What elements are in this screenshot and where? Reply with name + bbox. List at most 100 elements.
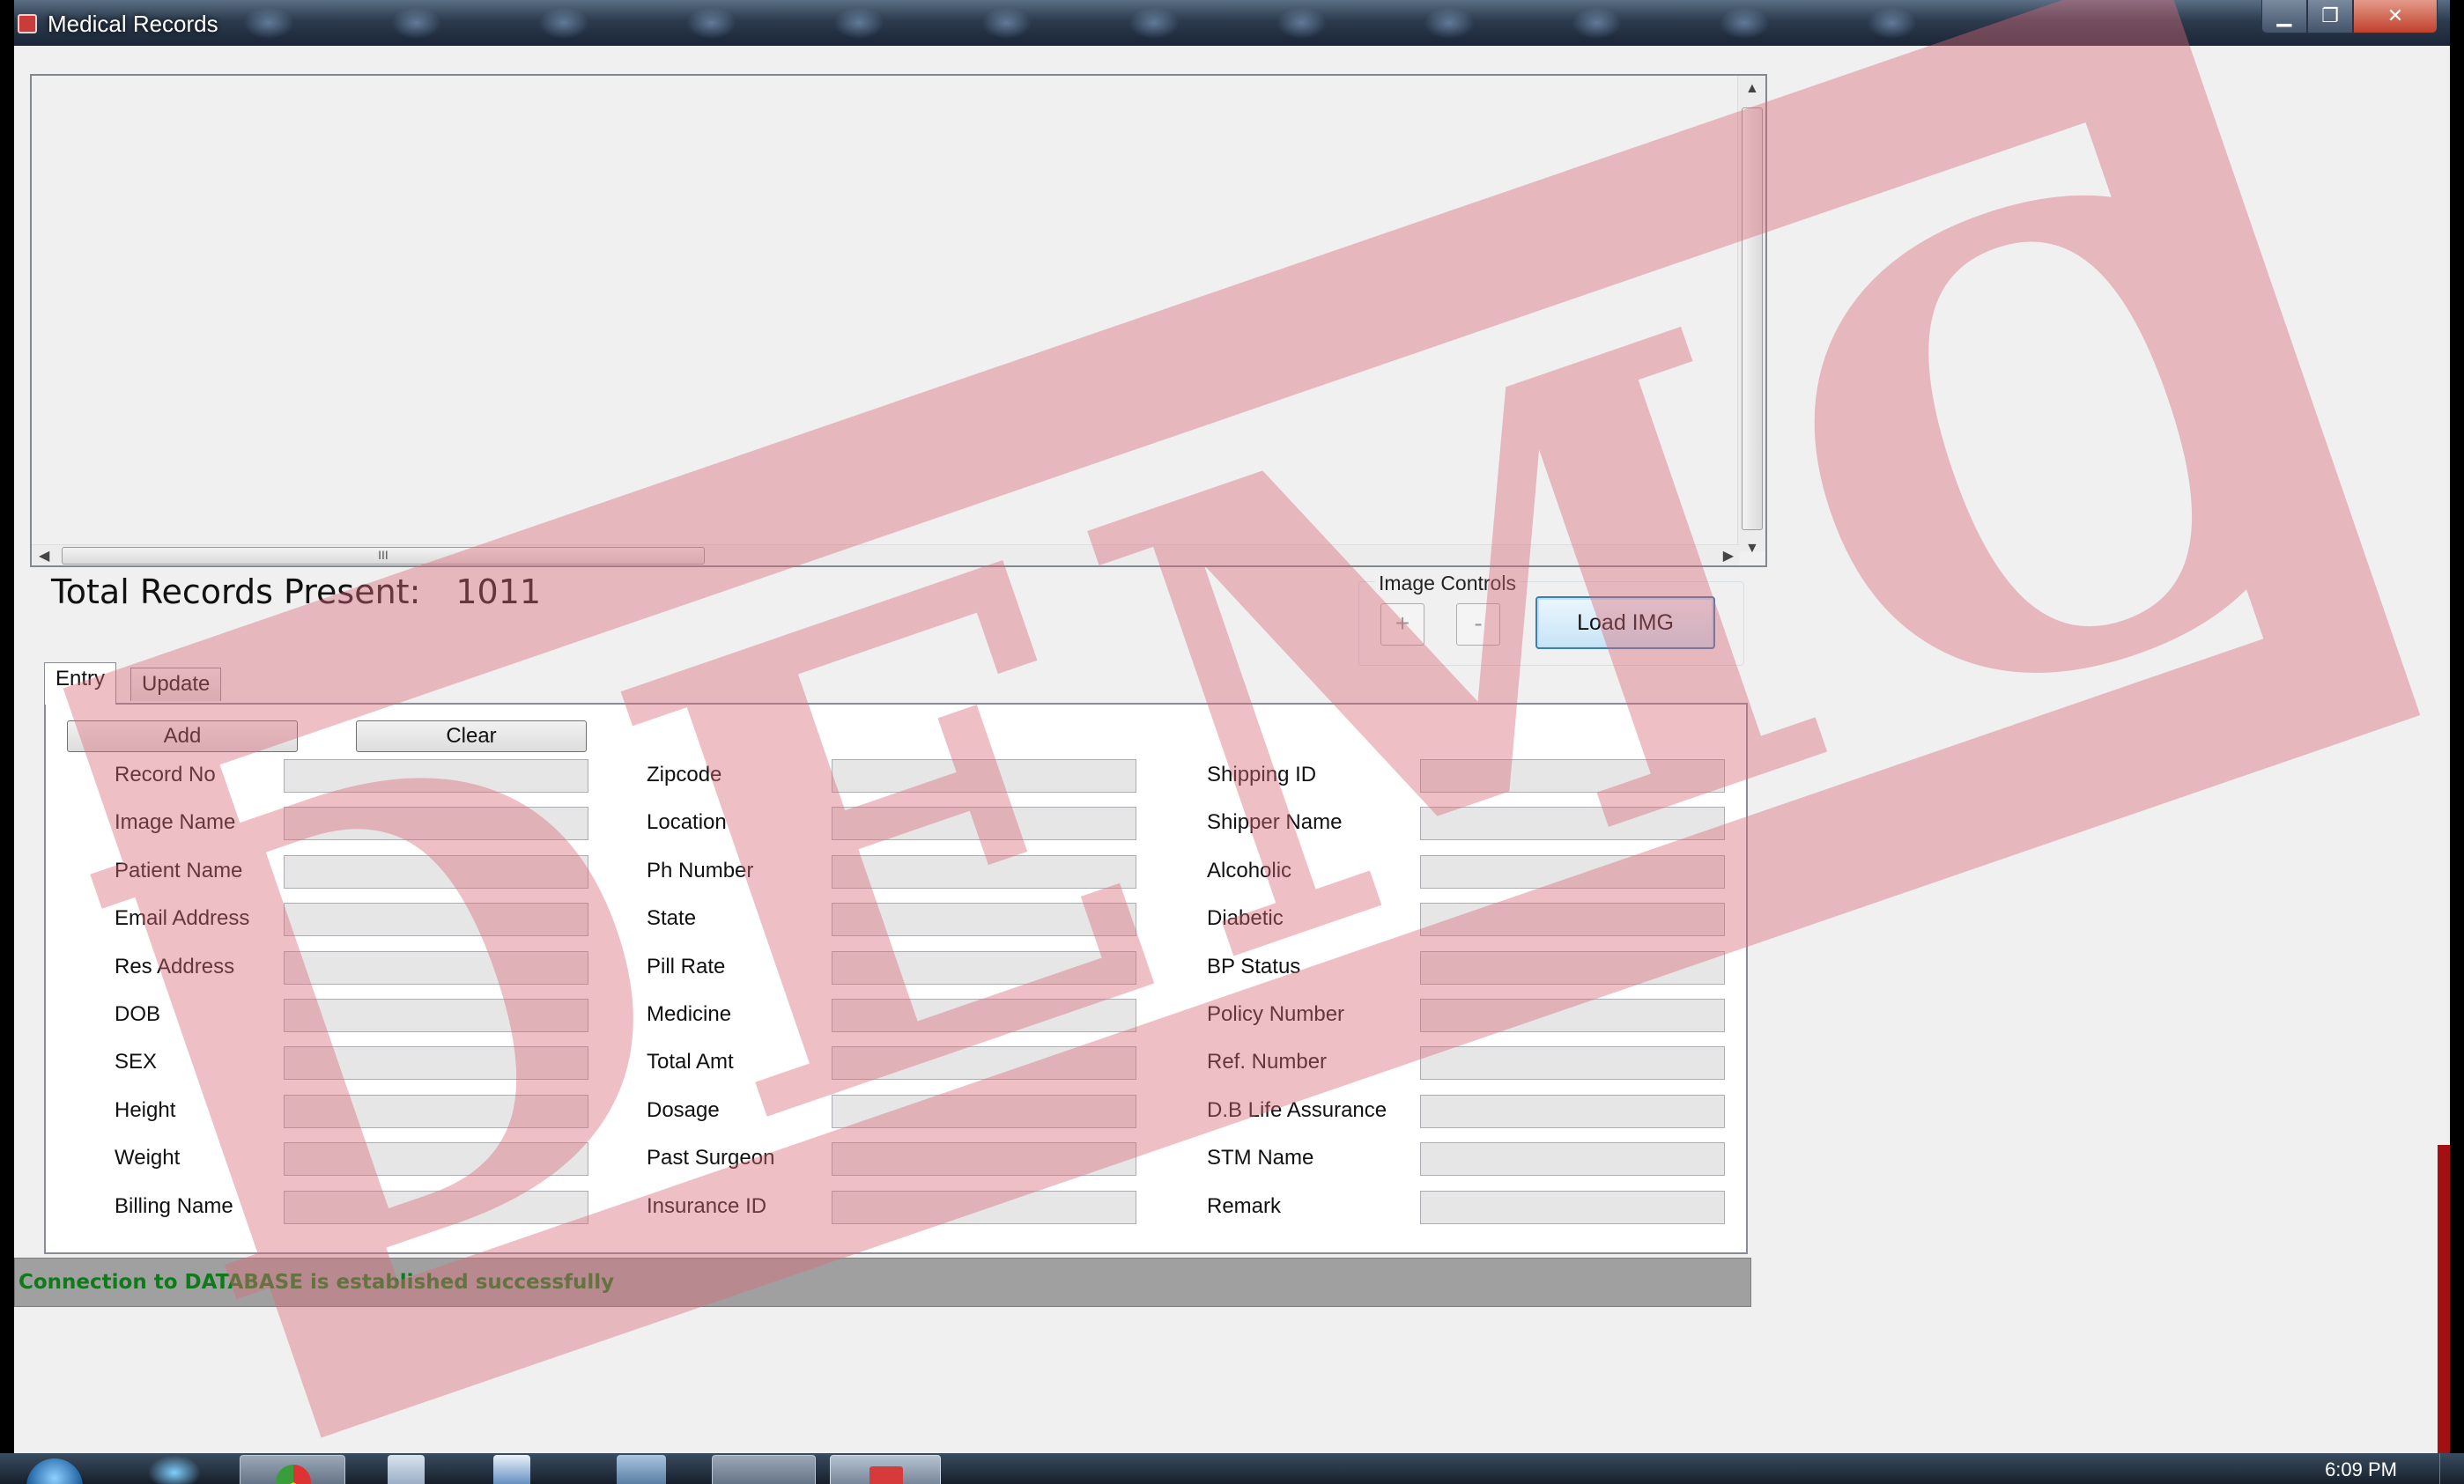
start-button[interactable]	[26, 1458, 83, 1484]
field-input[interactable]	[832, 759, 1136, 793]
window-title: Medical Records	[48, 11, 218, 37]
scroll-left-arrow-icon[interactable]: ◀	[39, 547, 49, 565]
image-controls-group: Image Controls + - Load IMG	[1358, 572, 1744, 666]
field-input[interactable]	[284, 807, 588, 841]
field-label: Res Address	[115, 954, 235, 978]
field-input[interactable]	[284, 1190, 588, 1224]
field-input[interactable]	[1420, 1094, 1725, 1128]
field-input[interactable]	[284, 950, 588, 985]
field-label: Location	[647, 810, 727, 835]
field-label: Diabetic	[1207, 906, 1284, 931]
field-label: Pill Rate	[647, 954, 726, 978]
field-label: Height	[115, 1097, 176, 1122]
field-input[interactable]	[832, 1046, 1136, 1081]
show-desktop-button[interactable]	[2439, 1453, 2464, 1484]
field-label: DOB	[115, 1002, 161, 1026]
tab-entry[interactable]: Entry	[44, 662, 117, 705]
field-label: State	[647, 906, 697, 931]
internet-explorer-icon[interactable]	[148, 1455, 201, 1484]
field-label: Zipcode	[647, 763, 722, 786]
field-label: Medicine	[647, 1002, 732, 1026]
field-label: STM Name	[1207, 1146, 1314, 1170]
field-label: Shipper Name	[1207, 810, 1343, 835]
tab-update[interactable]: Update	[130, 668, 222, 701]
field-input[interactable]	[1420, 807, 1725, 841]
scroll-up-arrow-icon[interactable]: ▲	[1745, 81, 1759, 97]
field-input[interactable]	[1420, 1190, 1725, 1224]
word-document-icon[interactable]	[493, 1455, 530, 1484]
maximize-button[interactable]: ❐	[2307, 0, 2353, 33]
medical-kit-icon	[869, 1466, 903, 1484]
entry-tab-panel: Add Clear Record No Image Name Patient Nam…	[44, 703, 1748, 1254]
field-label: D.B Life Assurance	[1207, 1097, 1387, 1122]
field-input[interactable]	[284, 854, 588, 889]
taskbar-chrome[interactable]	[240, 1455, 345, 1484]
field-label: Total Amt	[647, 1050, 734, 1074]
clear-button[interactable]: Clear	[356, 720, 587, 752]
field-input[interactable]	[1420, 950, 1725, 985]
chrome-icon	[276, 1465, 311, 1484]
image-controls-legend: Image Controls	[1375, 572, 1520, 595]
field-label: Past Surgeon	[647, 1146, 775, 1170]
vertical-scrollbar[interactable]: ▲ ▼	[1737, 76, 1765, 556]
field-label: Ref. Number	[1207, 1050, 1328, 1074]
field-input[interactable]	[832, 854, 1136, 889]
records-label: Total Records Present:	[51, 572, 421, 611]
field-input[interactable]	[284, 759, 588, 793]
field-label: Billing Name	[115, 1193, 233, 1218]
app-window: Medical Records ▁ ❐ ✕ ▲ ▼ ◀ III ▶ Total …	[14, 0, 2450, 1453]
field-label: SEX	[115, 1050, 158, 1074]
field-label: Ph Number	[647, 858, 754, 882]
edge-decoration	[2438, 1145, 2450, 1453]
field-input[interactable]	[1420, 1046, 1725, 1081]
field-input[interactable]	[1420, 1142, 1725, 1177]
status-bar: Connection to DATABASE is established su…	[14, 1258, 1751, 1307]
field-label: Email Address	[115, 906, 250, 931]
vertical-scroll-thumb[interactable]	[1742, 107, 1763, 530]
taskbar-medical-records[interactable]	[830, 1455, 941, 1484]
field-input[interactable]	[284, 999, 588, 1032]
field-label: BP Status	[1207, 954, 1301, 978]
scroll-down-arrow-icon[interactable]: ▼	[1745, 541, 1759, 557]
zoom-in-button[interactable]: +	[1380, 603, 1424, 646]
field-input[interactable]	[284, 1142, 588, 1177]
field-input[interactable]	[832, 950, 1136, 985]
records-summary: Total Records Present: 1011	[51, 572, 541, 611]
scroll-right-arrow-icon[interactable]: ▶	[1723, 547, 1734, 565]
status-message: Connection to DATABASE is established su…	[18, 1271, 615, 1294]
field-label: Shipping ID	[1207, 763, 1317, 786]
zoom-out-button[interactable]: -	[1456, 603, 1500, 646]
app-icon	[18, 14, 37, 33]
field-input[interactable]	[1420, 854, 1725, 889]
field-label: Patient Name	[115, 858, 243, 882]
field-input[interactable]	[1420, 759, 1725, 793]
field-input[interactable]	[284, 903, 588, 937]
minimize-button[interactable]: ▁	[2261, 0, 2307, 33]
taskbar-explorer[interactable]	[712, 1455, 816, 1484]
field-label: Insurance ID	[647, 1193, 767, 1218]
field-input[interactable]	[832, 1190, 1136, 1224]
folder-icon[interactable]	[617, 1455, 666, 1484]
window-controls: ▁ ❐ ✕	[2261, 0, 2438, 33]
records-count: 1011	[455, 572, 542, 611]
field-label: Image Name	[115, 810, 236, 835]
close-button[interactable]: ✕	[2353, 0, 2438, 33]
field-label: Dosage	[647, 1097, 720, 1122]
field-label: Remark	[1207, 1193, 1282, 1218]
field-input[interactable]	[284, 1094, 588, 1128]
document-icon[interactable]	[388, 1455, 425, 1484]
field-input[interactable]	[832, 1094, 1136, 1128]
load-image-button[interactable]: Load IMG	[1535, 596, 1715, 649]
field-input[interactable]	[832, 903, 1136, 937]
horizontal-scroll-thumb[interactable]: III	[62, 547, 705, 565]
field-input[interactable]	[284, 1046, 588, 1081]
image-viewer[interactable]: ▲ ▼ ◀ III ▶	[30, 74, 1767, 567]
field-input[interactable]	[1420, 903, 1725, 937]
horizontal-scrollbar[interactable]: ◀ III ▶	[32, 544, 1739, 565]
field-input[interactable]	[1420, 999, 1725, 1032]
field-input[interactable]	[832, 807, 1136, 841]
field-label: Record No	[115, 763, 216, 786]
field-input[interactable]	[832, 999, 1136, 1032]
field-input[interactable]	[832, 1142, 1136, 1177]
add-button[interactable]: Add	[67, 720, 298, 752]
